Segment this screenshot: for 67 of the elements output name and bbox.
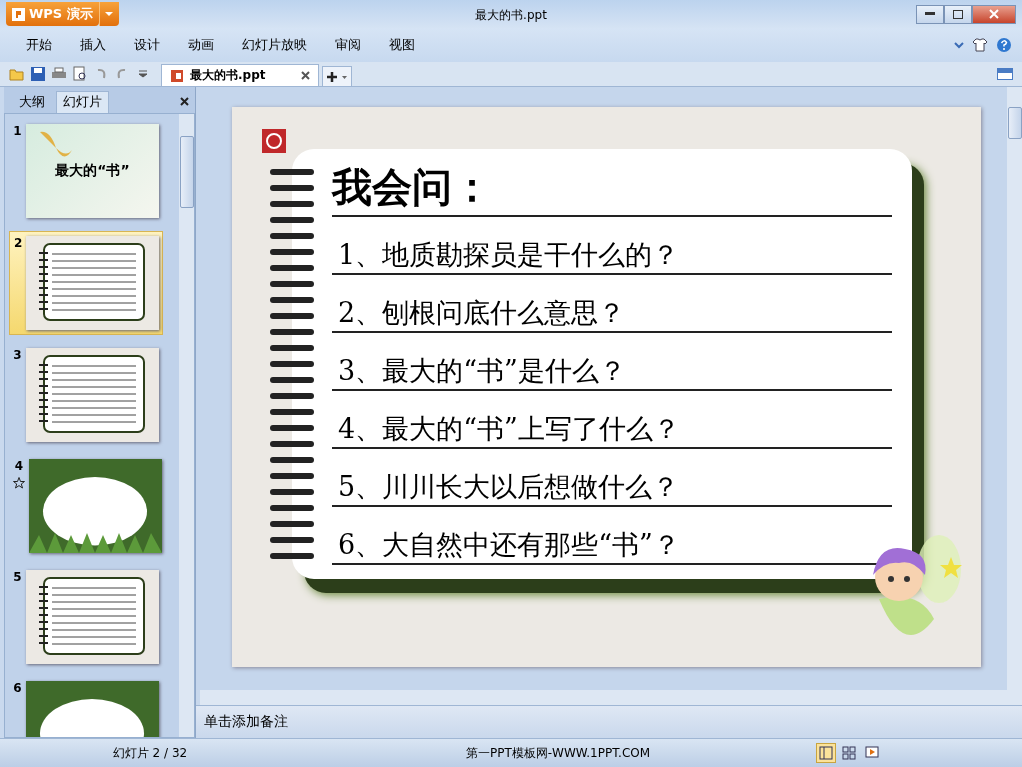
print-preview-icon[interactable]	[71, 65, 89, 83]
window-layout-icon[interactable]	[996, 65, 1014, 83]
shirt-icon[interactable]	[972, 38, 988, 52]
menu-item[interactable]: 开始	[12, 36, 66, 54]
seal-icon	[262, 129, 286, 153]
slide-title: 我会问：	[332, 161, 892, 217]
menu-item[interactable]: 动画	[174, 36, 228, 54]
menu-item[interactable]: 幻灯片放映	[228, 36, 321, 54]
app-dropdown-button[interactable]	[98, 2, 119, 26]
show-view-icon	[864, 745, 880, 761]
slide-thumbnail[interactable]	[26, 570, 159, 664]
minimize-button[interactable]	[916, 4, 944, 24]
template-name: 第一PPT模板网-WWW.1PPT.COM	[464, 744, 652, 762]
thumbnail-title: 最大的“书”	[55, 162, 130, 180]
slide-number: 1	[13, 124, 22, 138]
slide-number: 2	[14, 236, 23, 250]
maximize-button[interactable]	[944, 4, 972, 24]
question-text: 3、最大的“书”是什么？	[332, 333, 892, 391]
help-icon[interactable]	[996, 37, 1012, 53]
window-title: 最大的书.ppt	[475, 8, 547, 22]
horizontal-scrollbar[interactable]	[200, 690, 1022, 705]
slide-thumbnail[interactable]	[26, 348, 159, 442]
view-button[interactable]	[816, 743, 836, 763]
slide-thumbnail[interactable]: 最大的“书”	[26, 124, 159, 218]
thumbnail-scrollbar[interactable]	[179, 114, 194, 737]
question-text: 1、地质勘探员是干什么的？	[332, 217, 892, 275]
presentation-file-icon	[170, 68, 184, 83]
slide-number: 3	[13, 348, 22, 362]
thumbnail-item[interactable]: 2	[9, 231, 163, 335]
slide-counter: 幻灯片 2 / 32	[111, 744, 189, 762]
close-tab-icon[interactable]	[301, 71, 310, 80]
close-icon	[180, 97, 189, 106]
menu-item[interactable]: 插入	[66, 36, 120, 54]
slide-number: 4	[14, 459, 24, 473]
normal-view-icon	[818, 745, 834, 761]
minimize-icon	[925, 12, 935, 16]
slide-number: 5	[13, 570, 22, 584]
wps-logo-icon	[12, 7, 25, 21]
maximize-icon	[953, 9, 963, 19]
menu-item[interactable]: 视图	[375, 36, 429, 54]
new-tab-button[interactable]	[322, 66, 352, 86]
close-icon	[989, 9, 999, 19]
question-text: 5、川川长大以后想做什么？	[332, 449, 892, 507]
slide-number: 6	[13, 681, 22, 695]
question-text: 4、最大的“书”上写了什么？	[332, 391, 892, 449]
document-tab[interactable]: 最大的书.ppt	[161, 64, 319, 86]
thumbnail-item[interactable]: 6	[9, 677, 163, 737]
menu-item[interactable]: 设计	[120, 36, 174, 54]
view-button[interactable]	[839, 743, 859, 763]
thumbnail-item[interactable]: 3	[9, 344, 163, 446]
slide-thumbnail[interactable]	[29, 459, 162, 553]
panel-tab[interactable]: 大纲	[8, 91, 56, 113]
thumbnail-item[interactable]: 4	[9, 455, 163, 557]
close-button[interactable]	[972, 4, 1016, 24]
sorter-view-icon	[841, 745, 857, 761]
notes-field[interactable]: 单击添加备注	[196, 705, 1022, 738]
panel-tab[interactable]: 幻灯片	[56, 91, 109, 113]
question-text: 2、刨根问底什么意思？	[332, 275, 892, 333]
chevron-down-icon[interactable]	[954, 41, 964, 49]
slide-thumbnail[interactable]	[26, 236, 160, 330]
menu-item[interactable]: 审阅	[321, 36, 375, 54]
editor-scrollbar[interactable]	[1007, 87, 1022, 690]
caret-icon	[105, 11, 114, 17]
plus-icon	[326, 70, 348, 83]
thumbnail-item[interactable]: 5	[9, 566, 163, 668]
save-icon[interactable]	[29, 65, 47, 83]
thumbnail-item[interactable]: 1 最大的“书”	[9, 120, 163, 222]
